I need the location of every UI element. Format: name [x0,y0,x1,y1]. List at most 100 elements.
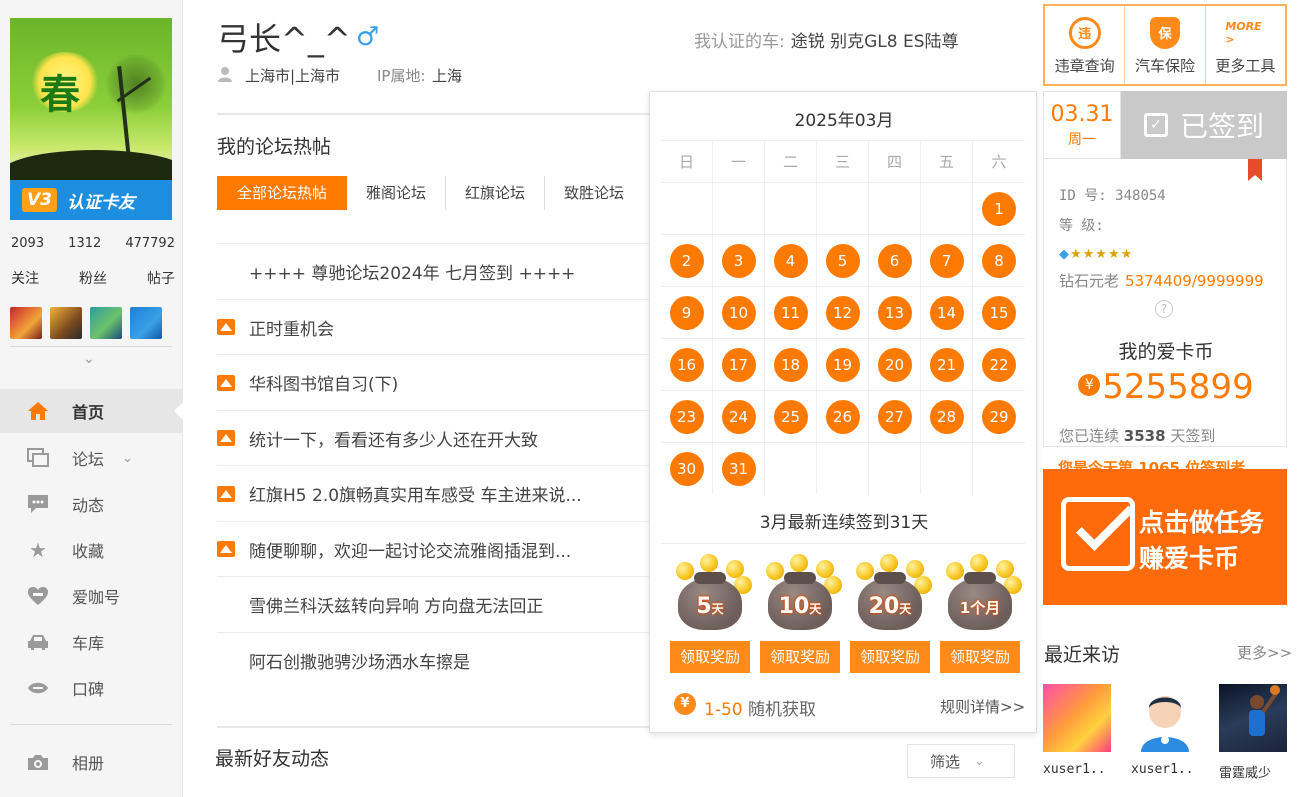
hot-post-item[interactable]: 正时重机会 [217,298,657,355]
hot-post-item[interactable]: ++++ 尊驰论坛2024年 七月签到 ++++ [217,243,657,299]
medal-icon-1[interactable] [10,307,42,339]
task-banner[interactable]: 点击做任务 赚爱卡币 [1043,469,1287,605]
posts-count[interactable]: 477792 [125,236,175,251]
car-insurance-button[interactable]: 保 汽车保险 [1125,6,1206,84]
visitor-card[interactable]: xuser1.. [1043,684,1111,777]
certified-badge: V3 认证卡友 [10,180,172,220]
signed-day[interactable]: 21 [929,347,964,382]
claim-reward-button[interactable]: 领取奖励 [850,641,930,673]
avatar[interactable]: 春 V3 认证卡友 [10,18,172,220]
posts-label[interactable]: 帖子 [147,268,175,288]
sidebar-item-album[interactable]: 相册 [0,740,183,784]
signed-day[interactable]: 12 [825,295,860,330]
signed-day[interactable]: 1 [982,191,1016,226]
claim-reward-button[interactable]: 领取奖励 [760,641,840,673]
signed-day[interactable]: 30 [669,451,704,486]
signed-day[interactable]: 28 [929,399,964,434]
filter-label: 筛选 [930,752,961,771]
signed-day[interactable]: 16 [669,347,704,382]
rank-points: 5374409/9999999 [1125,272,1264,290]
expand-medals-toggle[interactable]: ⌄ [10,346,172,374]
tab-all-hot-posts[interactable]: 全部论坛热帖 [217,176,348,210]
following-count[interactable]: 2093 [11,236,44,251]
rank-name: 钻石元老 [1059,272,1120,290]
signed-day[interactable]: 15 [982,295,1016,330]
visitor-card[interactable]: xuser1.. [1131,684,1199,777]
tab-hongqi-forum[interactable]: 红旗论坛 [446,176,546,210]
sidebar-item-label: 首页 [72,403,105,422]
streak-prefix: 您已连续 [1059,427,1120,445]
medal-icon-4[interactable] [130,307,162,339]
signed-day[interactable]: 29 [982,399,1016,434]
signed-day[interactable]: 14 [929,295,964,330]
signed-in-button[interactable]: ✓ 已签到 [1121,91,1287,159]
hot-post-title: 红旗H5 2.0旗畅真实用车感受 车主进来说... [249,486,582,506]
certified-cars-list[interactable]: 途锐 别克GL8 ES陆尊 [791,32,959,52]
visitors-more-link[interactable]: 更多>> [1237,642,1292,663]
signed-day[interactable]: 19 [825,347,860,382]
claim-reward-button[interactable]: 领取奖励 [670,641,750,673]
sidebar-item-garage[interactable]: 车库 [0,620,183,664]
coin-icon: ¥ [1078,373,1101,396]
image-post-icon [217,374,235,391]
hot-post-item[interactable]: 随便聊聊，欢迎一起讨论交流雅阁插混到... [217,520,657,577]
fans-count[interactable]: 1312 [68,236,101,251]
calendar-week-row: 2345678 [661,234,1025,286]
sidebar-item-dynamic[interactable]: 动态 [0,482,183,526]
image-post-icon [217,541,235,557]
calendar-cell: 19 [817,339,869,390]
following-label[interactable]: 关注 [11,268,39,288]
hot-post-item[interactable]: 华科图书馆自习(下) [217,354,657,410]
signed-day[interactable]: 22 [982,347,1016,382]
signed-day[interactable]: 27 [877,399,912,434]
signed-day[interactable]: 13 [877,295,912,330]
signed-day[interactable]: 2 [669,243,704,278]
star-rating: ★★★★★ [1070,247,1134,262]
sidebar-item-aika[interactable]: 爱咖号 [0,574,183,618]
signed-day[interactable]: 24 [721,399,756,434]
signed-day[interactable]: 26 [825,399,860,434]
sidebar-item-label: 相册 [72,754,105,773]
signed-day[interactable]: 3 [721,243,756,278]
gold-coin-icon [856,562,874,580]
hot-post-item[interactable]: 红旗H5 2.0旗畅真实用车感受 车主进来说... [217,465,657,521]
sidebar-item-home[interactable]: 首页 [0,389,184,433]
hot-post-item[interactable]: 阿石创撒驰骋沙场洒水车擦是 [217,631,657,688]
signed-day[interactable]: 5 [825,243,860,278]
tab-accord-forum[interactable]: 雅阁论坛 [347,176,447,210]
calendar-cell: 6 [869,235,921,286]
signed-day[interactable]: 17 [721,347,756,382]
signed-day[interactable]: 20 [877,347,912,382]
sidebar-item-favorites[interactable]: ★ 收藏 [0,528,183,572]
signed-day[interactable]: 18 [773,347,808,382]
signed-day[interactable]: 6 [877,243,912,278]
signed-day[interactable]: 23 [669,399,704,434]
signed-day[interactable]: 25 [773,399,808,434]
violation-query-button[interactable]: 违 违章查询 [1045,6,1126,84]
filter-dropdown[interactable]: 筛选 ⌄ [907,744,1015,778]
visitor-card[interactable]: 雷霆威少 [1219,684,1287,781]
fans-label[interactable]: 粉丝 [79,268,107,288]
claim-reward-button[interactable]: 领取奖励 [940,641,1020,673]
signed-day[interactable]: 31 [721,451,756,486]
calendar-cell: 17 [713,339,765,390]
signed-day[interactable]: 8 [982,243,1016,278]
signed-day[interactable]: 4 [773,243,808,278]
signed-day[interactable]: 10 [721,295,756,330]
hot-post-item[interactable]: 雪佛兰科沃兹转向异响 方向盘无法回正 [217,576,657,632]
question-icon[interactable]: ? [1155,300,1173,318]
calendar-cell: 16 [661,339,713,390]
medal-icon-2[interactable] [50,307,82,339]
more-tools-button[interactable]: MORE > 更多工具 [1206,6,1285,84]
signed-day[interactable]: 7 [929,243,964,278]
sidebar-item-koubei[interactable]: 口碑 [0,666,183,710]
certified-cars: 我认证的车: 途锐 别克GL8 ES陆尊 [694,27,959,52]
medal-icon-3[interactable] [90,307,122,339]
rules-detail-link[interactable]: 规则详情>> [940,696,1025,717]
signed-day[interactable]: 9 [669,295,704,330]
tab-zhisheng-forum[interactable]: 致胜论坛 [545,176,643,210]
signed-day[interactable]: 11 [773,295,808,330]
hot-post-item[interactable]: 统计一下，看看还有多少人还在开大致 [217,409,657,466]
sidebar-item-forum[interactable]: 论坛 ⌄ [0,436,183,480]
random-reward-label: 随机获取 [748,700,816,720]
